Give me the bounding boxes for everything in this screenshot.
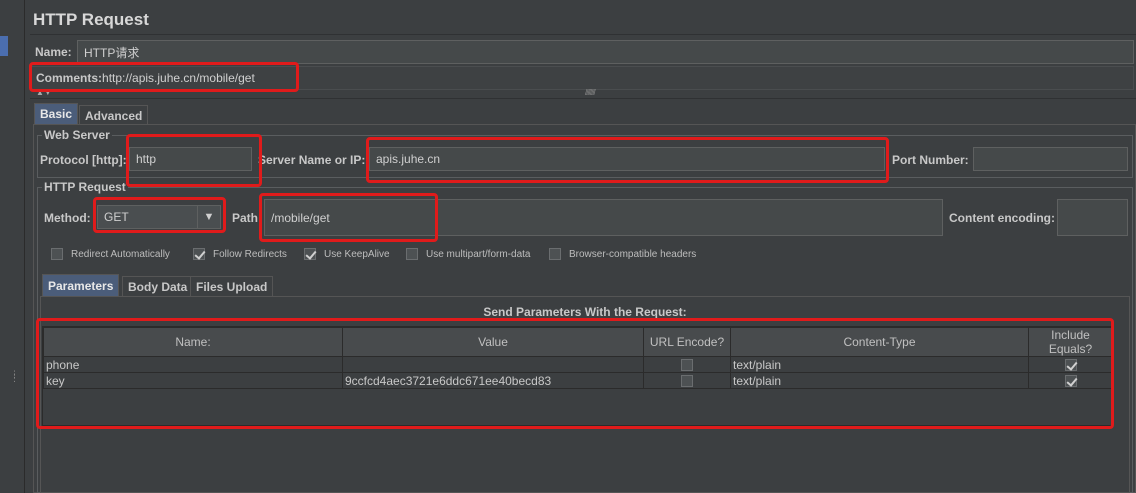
comments-field[interactable]: Comments: http://apis.juhe.cn/mobile/get (30, 66, 1134, 90)
column-header-name[interactable]: Name: (43, 327, 343, 357)
content-type-cell[interactable]: text/plain (730, 372, 1029, 389)
checkbox-box (304, 248, 316, 260)
dropdown-arrow-icon: ▼ (197, 206, 220, 228)
checkbox-box (193, 248, 205, 260)
name-field[interactable]: HTTP请求 (77, 40, 1134, 64)
url-encode-checkbox[interactable] (681, 359, 693, 372)
params-title: Send Parameters With the Request: (483, 305, 687, 319)
param-name-cell[interactable]: key (43, 372, 343, 389)
table-row[interactable]: phone text/plain (43, 356, 1113, 373)
name-value: HTTP请求 (84, 45, 140, 60)
tree-selection-marker (0, 36, 8, 56)
include-equals-checkbox[interactable] (1064, 375, 1077, 388)
method-select[interactable]: GET ▼ (97, 205, 221, 229)
include-equals-cell (1028, 356, 1113, 373)
server-field[interactable]: apis.juhe.cn (369, 147, 885, 171)
params-table: Name: Value URL Encode? Content-Type Inc… (43, 327, 1113, 389)
tab-body-data[interactable]: Body Data (122, 276, 194, 296)
path-label: Path: (232, 211, 262, 225)
web-server-title: Web Server (42, 128, 112, 142)
url-encode-cell (643, 356, 731, 373)
resize-grip-icon[interactable]: //////// (585, 88, 596, 97)
use-multipart-label: Use multipart/form-data (426, 248, 531, 260)
protocol-label: Protocol [http]: (40, 153, 127, 167)
tab-advanced[interactable]: Advanced (79, 105, 149, 125)
checkbox-box (549, 248, 561, 260)
table-header-row: Name: Value URL Encode? Content-Type Inc… (43, 327, 1113, 357)
follow-redirects-checkbox[interactable]: Follow Redirects (193, 248, 287, 260)
title-divider (30, 34, 1136, 35)
name-label: Name: (35, 45, 72, 59)
protocol-field[interactable]: http (129, 147, 252, 171)
tab-advanced-label: Advanced (85, 108, 143, 123)
page-title: HTTP Request (33, 10, 149, 29)
encoding-label: Content encoding: (949, 211, 1055, 225)
tab-files-upload[interactable]: Files Upload (190, 276, 274, 296)
tab-files-upload-label: Files Upload (196, 279, 268, 294)
use-multipart-checkbox[interactable]: Use multipart/form-data (406, 248, 530, 260)
redirect-automatically-label: Redirect Automatically (71, 248, 170, 260)
comments-label: Comments: (36, 71, 103, 85)
left-tree-strip: ⋮ ⋮ (0, 0, 25, 493)
tab-body-data-label: Body Data (128, 279, 188, 294)
column-header-content-type[interactable]: Content-Type (730, 327, 1029, 357)
follow-redirects-label: Follow Redirects (213, 248, 287, 260)
content-type-cell[interactable]: text/plain (730, 356, 1029, 373)
column-header-value[interactable]: Value (342, 327, 644, 357)
browser-compatible-checkbox[interactable]: Browser-compatible headers (549, 248, 696, 260)
tab-parameters-label: Parameters (48, 278, 114, 293)
section-divider (30, 98, 1136, 99)
method-label: Method: (44, 211, 91, 225)
port-label: Port Number: (892, 153, 969, 167)
splitter-grip-icon[interactable]: ⋮ ⋮ (10, 370, 19, 386)
server-value: apis.juhe.cn (376, 152, 441, 166)
http-request-title: HTTP Request (42, 180, 128, 194)
tab-basic-label: Basic (40, 107, 73, 121)
checkbox-box (406, 248, 418, 260)
params-table-area: Name: Value URL Encode? Content-Type Inc… (42, 326, 1113, 426)
redirect-automatically-checkbox[interactable]: Redirect Automatically (51, 248, 170, 260)
tab-basic[interactable]: Basic (34, 103, 79, 124)
param-value-cell[interactable]: 9ccfcd4aec3721e6ddc671ee40becd83 (342, 372, 644, 389)
url-encode-cell (643, 372, 731, 389)
encoding-field[interactable] (1057, 199, 1128, 236)
column-header-include-equals[interactable]: Include Equals? (1028, 327, 1113, 357)
use-keepalive-checkbox[interactable]: Use KeepAlive (304, 248, 390, 260)
browser-compatible-label: Browser-compatible headers (569, 248, 697, 260)
use-keepalive-label: Use KeepAlive (324, 248, 390, 260)
server-label: Server Name or IP: (258, 153, 366, 167)
url-encode-checkbox[interactable] (681, 375, 693, 388)
param-name-cell[interactable]: phone (43, 356, 343, 373)
port-field[interactable] (973, 147, 1128, 171)
comments-value: http://apis.juhe.cn/mobile/get (102, 71, 255, 85)
method-value: GET (104, 210, 129, 224)
collapse-arrows-icon[interactable]: ▲▼ (36, 88, 52, 97)
column-header-url-encode[interactable]: URL Encode? (643, 327, 731, 357)
splitter[interactable] (24, 0, 25, 493)
checkbox-box (51, 248, 63, 260)
path-field[interactable]: /mobile/get (264, 199, 943, 236)
path-value: /mobile/get (271, 210, 330, 225)
param-value-cell[interactable] (342, 356, 644, 373)
tab-parameters[interactable]: Parameters (42, 274, 120, 296)
table-row[interactable]: key 9ccfcd4aec3721e6ddc671ee40becd83 tex… (43, 372, 1113, 389)
include-equals-checkbox[interactable] (1064, 359, 1077, 372)
protocol-value: http (136, 152, 157, 166)
include-equals-cell (1028, 372, 1113, 389)
